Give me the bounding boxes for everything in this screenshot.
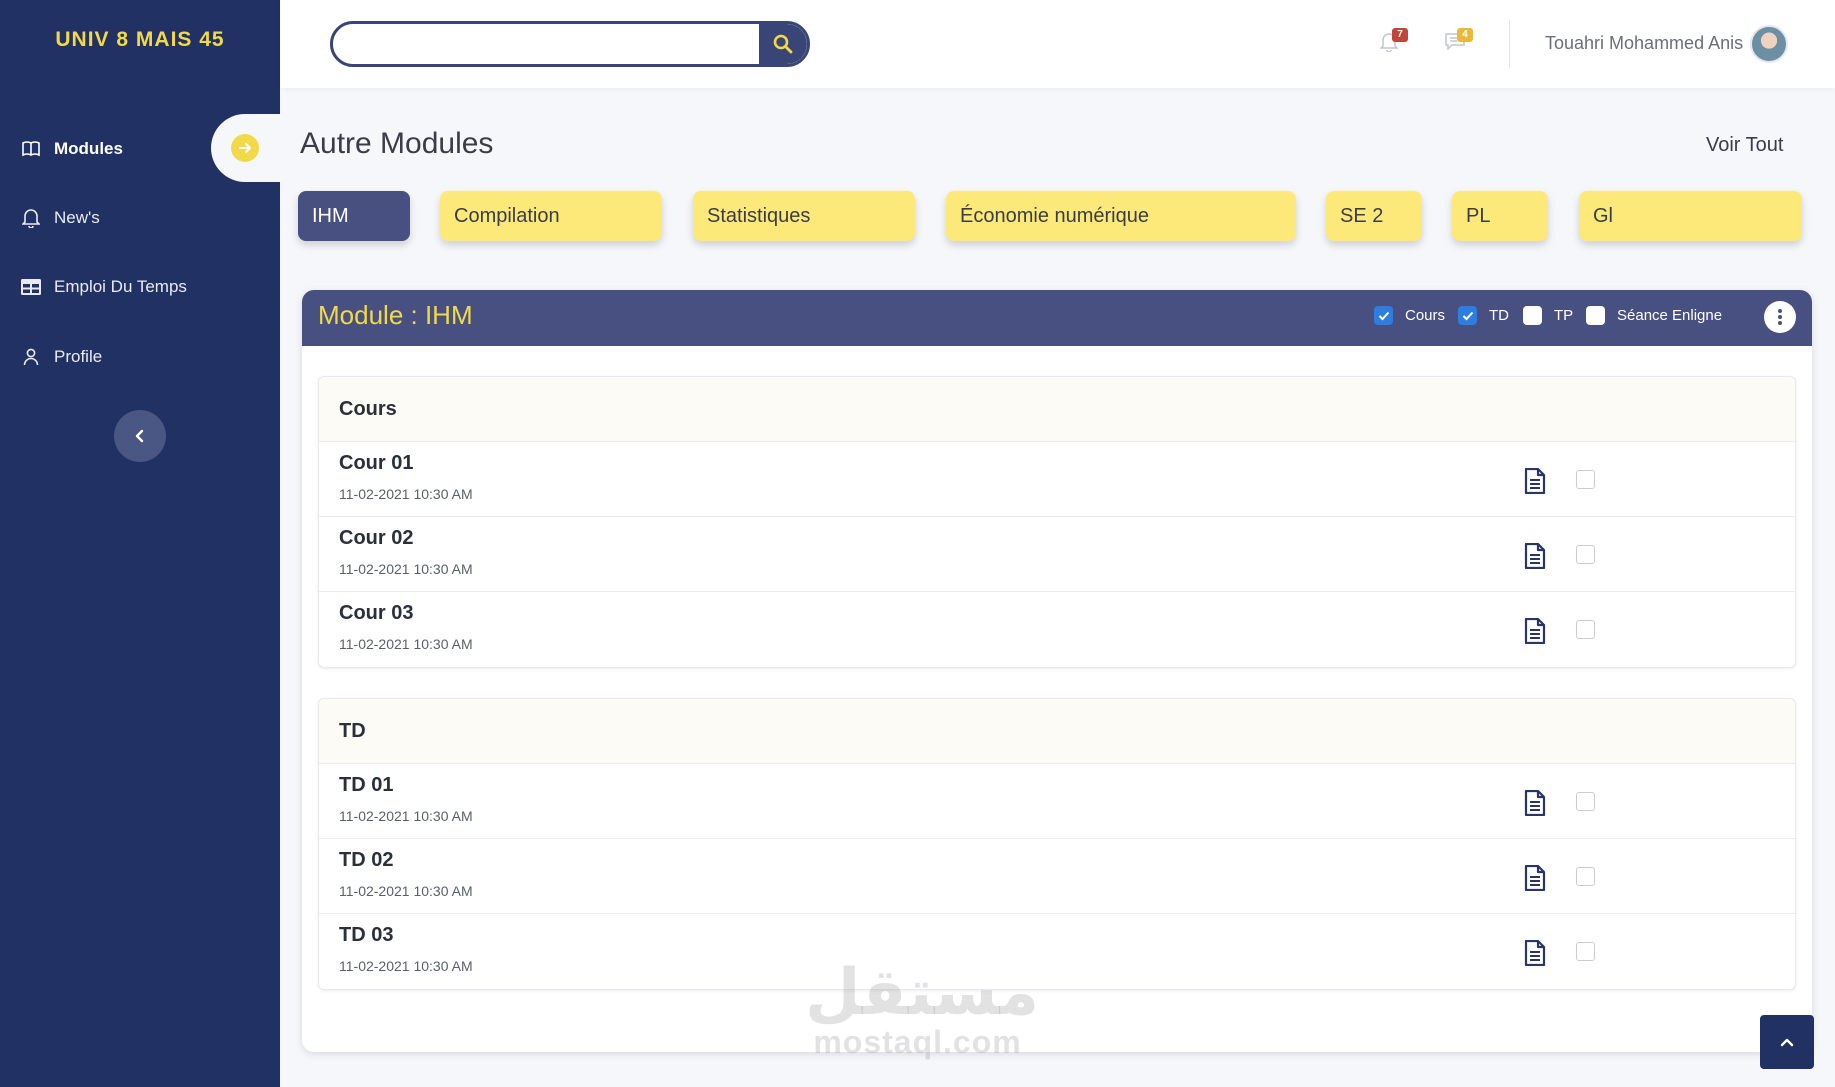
- list-item[interactable]: Cour 03 11-02-2021 10:30 AM: [319, 592, 1795, 667]
- item-date: 11-02-2021 10:30 AM: [339, 636, 473, 652]
- messages-badge: 4: [1457, 28, 1473, 42]
- row-checkbox[interactable]: [1576, 867, 1595, 886]
- filter-cours[interactable]: Cours: [1374, 306, 1445, 325]
- page-title: Autre Modules: [300, 127, 494, 160]
- item-title: Cour 03: [339, 602, 414, 624]
- see-all-link[interactable]: Voir Tout: [1706, 134, 1783, 157]
- user-name[interactable]: Touahri Mohammed Anis: [1545, 33, 1743, 54]
- module-chip[interactable]: Économie numérique: [946, 191, 1296, 241]
- sidebar-item-emploi-du-temps[interactable]: Emploi Du Temps: [20, 267, 187, 307]
- messages-button[interactable]: 4: [1445, 28, 1473, 56]
- sidebar-item-label: Profile: [54, 347, 103, 366]
- section-td: TD TD 01 11-02-2021 10:30 AM TD 02 11-02…: [318, 698, 1796, 990]
- row-checkbox[interactable]: [1576, 620, 1595, 639]
- top-bar: 7 4 Touahri Mohammed Anis: [280, 0, 1835, 88]
- user-icon: [20, 346, 42, 368]
- document-icon[interactable]: [1524, 940, 1546, 966]
- sidebar-item-label: Modules: [54, 139, 123, 158]
- search-icon: [773, 34, 793, 54]
- row-checkbox[interactable]: [1576, 470, 1595, 489]
- module-title: Module : IHM: [318, 300, 473, 330]
- row-checkbox[interactable]: [1576, 545, 1595, 564]
- item-title: TD 03: [339, 924, 394, 946]
- brand-logo: UNIV 8 MAIS 45: [55, 28, 225, 51]
- module-chip[interactable]: SE 2: [1326, 191, 1422, 241]
- sidebar-item-label: Emploi Du Temps: [54, 277, 187, 296]
- filter-label: Séance Enligne: [1617, 307, 1723, 324]
- module-chip[interactable]: Gl: [1579, 191, 1802, 241]
- avatar[interactable]: [1750, 25, 1788, 63]
- chevron-up-icon: [1780, 1038, 1794, 1047]
- document-icon[interactable]: [1524, 865, 1546, 891]
- search-input[interactable]: [333, 24, 763, 64]
- scroll-to-top-button[interactable]: [1760, 1015, 1814, 1069]
- document-icon[interactable]: [1524, 543, 1546, 569]
- filter-seance-enligne[interactable]: Séance Enligne: [1586, 306, 1722, 325]
- collapse-sidebar-button[interactable]: [114, 410, 166, 462]
- active-indicator: [211, 114, 280, 182]
- sidebar-item-profile[interactable]: Profile: [20, 337, 102, 377]
- watermark-latin: mostaql.com: [813, 1024, 1022, 1060]
- document-icon[interactable]: [1524, 468, 1546, 494]
- check-icon: [1462, 311, 1473, 320]
- list-item[interactable]: TD 03 11-02-2021 10:30 AM: [319, 914, 1795, 989]
- section-cours: Cours Cour 01 11-02-2021 10:30 AM Cour 0…: [318, 376, 1796, 668]
- checkbox-unchecked[interactable]: [1586, 306, 1605, 325]
- list-item[interactable]: Cour 02 11-02-2021 10:30 AM: [319, 517, 1795, 592]
- top-bar-divider: [1509, 20, 1510, 68]
- filter-tp[interactable]: TP: [1523, 306, 1573, 325]
- module-chip[interactable]: Statistiques: [693, 191, 915, 241]
- notifications-button[interactable]: 7: [1379, 28, 1408, 56]
- item-title: Cour 01: [339, 452, 414, 474]
- search-button[interactable]: [759, 24, 807, 64]
- item-date: 11-02-2021 10:30 AM: [339, 486, 473, 502]
- row-checkbox[interactable]: [1576, 792, 1595, 811]
- module-card-header: Module : IHM Cours TD TP Séance Enligne: [302, 290, 1812, 346]
- filter-label: TD: [1489, 307, 1509, 324]
- item-title: TD 02: [339, 849, 394, 871]
- item-date: 11-02-2021 10:30 AM: [339, 808, 473, 824]
- more-options-button[interactable]: [1764, 301, 1796, 333]
- section-title: Cours: [319, 377, 1795, 442]
- search-box: [330, 21, 810, 67]
- document-icon[interactable]: [1524, 790, 1546, 816]
- list-item[interactable]: TD 01 11-02-2021 10:30 AM: [319, 764, 1795, 839]
- row-checkbox[interactable]: [1576, 942, 1595, 961]
- filter-td[interactable]: TD: [1458, 306, 1509, 325]
- sidebar-item-modules[interactable]: Modules: [20, 129, 123, 169]
- check-icon: [1378, 311, 1389, 320]
- list-item[interactable]: Cour 01 11-02-2021 10:30 AM: [319, 442, 1795, 517]
- item-date: 11-02-2021 10:30 AM: [339, 958, 473, 974]
- bell-icon: [20, 207, 42, 229]
- sidebar-item-label: New's: [54, 208, 100, 227]
- checkbox-checked[interactable]: [1374, 306, 1393, 325]
- module-card: Module : IHM Cours TD TP Séance Enligne: [302, 290, 1812, 1052]
- item-title: Cour 02: [339, 527, 414, 549]
- notifications-badge: 7: [1392, 28, 1408, 42]
- document-icon[interactable]: [1524, 618, 1546, 644]
- list-item[interactable]: TD 02 11-02-2021 10:30 AM: [319, 839, 1795, 914]
- sidebar-item-news[interactable]: New's: [20, 198, 100, 238]
- module-chip[interactable]: IHM: [298, 191, 410, 241]
- item-date: 11-02-2021 10:30 AM: [339, 561, 473, 577]
- watermark-arabic: مستقل: [805, 956, 1040, 1028]
- table-icon: [20, 276, 42, 298]
- filter-label: Cours: [1405, 307, 1446, 324]
- arrow-right-icon: [231, 134, 259, 162]
- module-chip[interactable]: Compilation: [440, 191, 662, 241]
- watermark: مستقل mostaql.com: [805, 956, 1040, 1061]
- item-date: 11-02-2021 10:30 AM: [339, 883, 473, 899]
- chevron-left-icon: [135, 429, 144, 443]
- filter-label: TP: [1554, 307, 1574, 324]
- module-chip[interactable]: PL: [1452, 191, 1548, 241]
- checkbox-checked[interactable]: [1458, 306, 1477, 325]
- book-open-icon: [20, 138, 42, 160]
- more-vertical-icon: [1778, 309, 1782, 325]
- sidebar: UNIV 8 MAIS 45 Modules New's Emploi Du T…: [0, 0, 280, 1087]
- item-title: TD 01: [339, 774, 394, 796]
- section-title: TD: [319, 699, 1795, 764]
- checkbox-unchecked[interactable]: [1523, 306, 1542, 325]
